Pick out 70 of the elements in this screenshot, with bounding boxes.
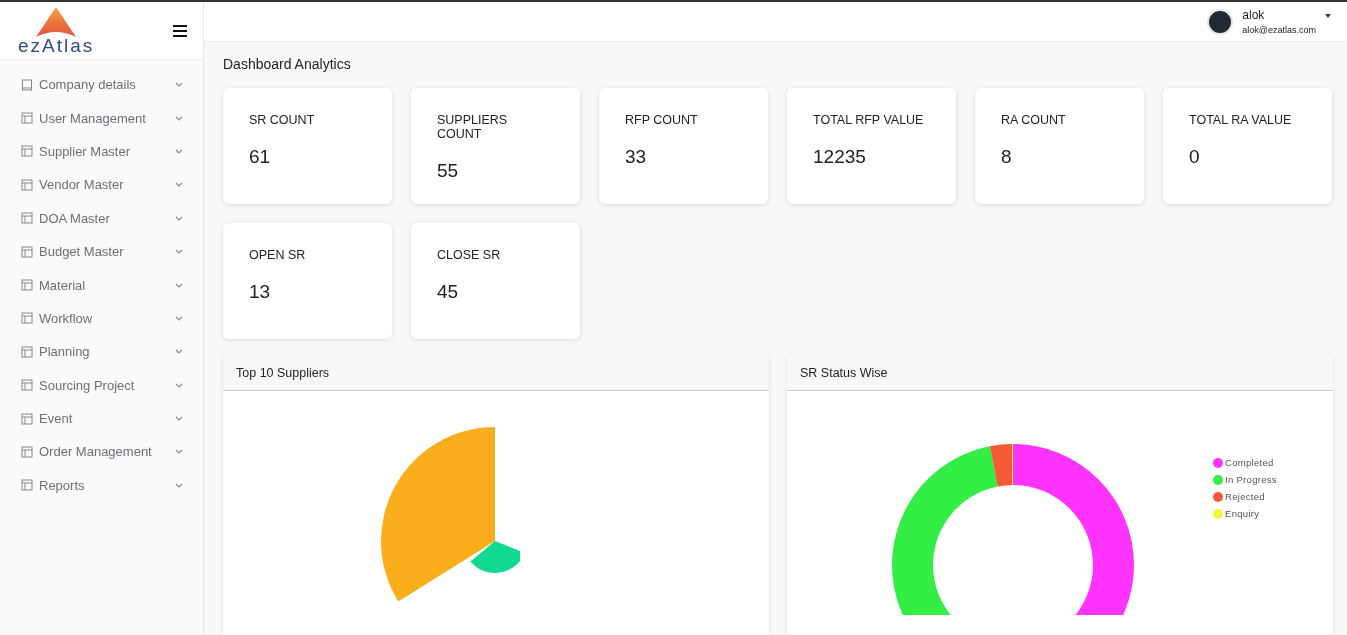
sidebar-item[interactable]: Material — [0, 268, 203, 302]
sidebar-item[interactable]: Reports — [0, 468, 203, 503]
sidebar-item[interactable]: User Management — [0, 101, 203, 135]
table-icon — [21, 379, 33, 392]
sidebar-item[interactable]: Vendor Master — [0, 168, 203, 202]
stat-label: TOTAL RA VALUE — [1189, 113, 1293, 127]
table-icon — [21, 412, 33, 425]
legend-label: Rejected — [1225, 491, 1265, 502]
brand-name: ezAtlas — [18, 36, 95, 55]
chevron-down-icon — [175, 182, 183, 188]
sidebar-item[interactable]: Planning — [0, 335, 203, 369]
legend-label: In Progress — [1225, 474, 1277, 485]
chevron-down-icon — [175, 315, 183, 321]
stat-label: OPEN SR — [249, 248, 307, 262]
chevron-down-icon — [175, 416, 183, 422]
stat-value: 12235 — [813, 146, 867, 168]
stat-value: 13 — [249, 281, 272, 303]
chevron-down-icon — [175, 349, 183, 355]
table-icon — [21, 312, 33, 325]
stat-label: RA COUNT — [1001, 113, 1067, 127]
table-icon — [21, 145, 33, 158]
chevron-down-icon — [175, 82, 183, 88]
sidebar-item[interactable]: DOA Master — [0, 201, 203, 235]
table-icon — [21, 178, 33, 191]
sidebar-item[interactable]: Budget Master — [0, 234, 203, 269]
stat-value: 33 — [625, 146, 648, 168]
stat-label: RFP COUNT — [625, 113, 699, 127]
book-icon — [21, 78, 33, 91]
legend-label: Completed — [1225, 457, 1274, 468]
stat-label: SR COUNT — [249, 113, 316, 127]
table-icon — [21, 245, 33, 258]
stat-label: TOTAL RFP VALUE — [813, 113, 925, 127]
sidebar-item[interactable]: Workflow — [0, 301, 203, 336]
chevron-down-icon — [175, 482, 183, 488]
logo-icon — [34, 6, 79, 37]
user-menu[interactable]: alok alok@ezatlas.com — [1207, 8, 1331, 35]
chevron-down-icon — [175, 115, 183, 121]
chevron-down-icon — [175, 249, 183, 255]
stat-value: 8 — [1001, 146, 1013, 168]
stat-value: 45 — [437, 281, 460, 303]
user-name: alok — [1242, 8, 1266, 22]
chevron-down-icon — [175, 449, 183, 455]
chevron-down-icon — [175, 382, 183, 388]
table-icon — [21, 112, 33, 125]
sidebar-item[interactable]: Supplier Master — [0, 134, 203, 169]
table-icon — [21, 446, 33, 458]
legend-label: Enquiry — [1225, 508, 1260, 519]
caret-icon — [1325, 13, 1331, 18]
table-icon — [21, 279, 33, 292]
stat-value: 61 — [249, 146, 272, 168]
menu-button[interactable] — [173, 24, 187, 37]
stat-value: 55 — [437, 160, 460, 182]
stat-label: CLOSE SR — [437, 248, 502, 262]
stat-label: SUPPLIERS COUNT — [437, 113, 509, 141]
panel-title: SR Status Wise — [787, 355, 1333, 391]
sidebar-item[interactable]: Order Management — [0, 435, 203, 469]
chevron-down-icon — [175, 148, 183, 154]
panel-title: Top 10 Suppliers — [223, 355, 769, 391]
sidebar-item[interactable]: Event — [0, 401, 203, 436]
table-icon — [21, 345, 33, 358]
stat-value: 0 — [1189, 146, 1201, 168]
page-title: Dashboard Analytics — [223, 56, 352, 72]
chevron-down-icon — [175, 282, 183, 288]
sidebar-item[interactable]: Sourcing Project — [0, 368, 203, 402]
sidebar-item[interactable]: Company details — [0, 68, 203, 102]
user-email: alok@ezatlas.com — [1242, 25, 1316, 35]
table-icon — [21, 479, 33, 492]
table-icon — [21, 212, 33, 225]
chevron-down-icon — [175, 215, 183, 221]
avatar — [1207, 8, 1234, 35]
